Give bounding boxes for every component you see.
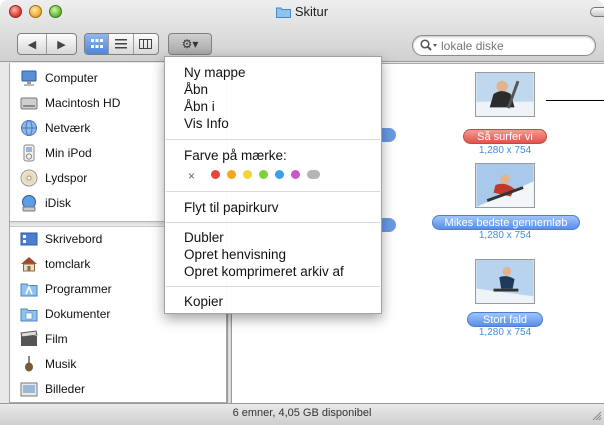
sidebar-item-label: Film xyxy=(45,332,68,346)
cd-icon xyxy=(20,169,38,187)
sidebar-item-music[interactable]: Musik xyxy=(10,353,226,375)
color-label-swatch[interactable] xyxy=(307,170,320,179)
color-label-heading: Farve på mærke: xyxy=(184,148,287,163)
home-icon xyxy=(20,255,38,273)
sidebar-item-label: Netværk xyxy=(45,121,91,135)
menu-item-open[interactable]: Åbn xyxy=(184,81,208,98)
file-dimensions: 1,280 x 754 xyxy=(478,145,532,156)
finder-window: Skitur ◀ ▶ ⚙▾ lokale diske Computer Maci… xyxy=(0,0,604,425)
title-bar: Skitur ◀ ▶ ⚙▾ lokale diske xyxy=(0,0,604,62)
photo-thumbnail xyxy=(475,163,535,208)
status-bar: 6 emner, 4,05 GB disponibel xyxy=(0,403,604,425)
file-item[interactable]: Så surfer vi 1,280 x 754 xyxy=(427,69,577,159)
icon-view-button[interactable] xyxy=(85,34,110,54)
sidebar-item-label: Billeder xyxy=(45,382,86,396)
sidebar-item-label: iDisk xyxy=(45,196,71,210)
action-gear-icon: ⚙▾ xyxy=(181,37,199,51)
hidden-item-label xyxy=(382,218,396,232)
list-view-button[interactable] xyxy=(109,34,134,54)
file-dimensions: 1,280 x 754 xyxy=(478,327,532,338)
menu-item-copy[interactable]: Kopier xyxy=(184,293,223,310)
idisk-icon xyxy=(20,194,38,212)
column-view-icon xyxy=(139,39,153,49)
sidebar-item-label: Dokumenter xyxy=(45,307,111,321)
menu-item-open-with[interactable]: Åbn i xyxy=(184,98,215,115)
search-icon xyxy=(420,39,437,51)
photo-thumbnail xyxy=(475,72,535,117)
window-title-area: Skitur xyxy=(0,4,604,19)
menu-separator xyxy=(166,286,380,287)
color-label-swatch[interactable] xyxy=(275,170,284,179)
folder-icon xyxy=(275,7,291,18)
view-mode-control xyxy=(84,33,159,55)
menu-item-get-info[interactable]: Vis Info xyxy=(184,115,229,132)
desktop-icon xyxy=(20,230,38,248)
hidden-item-label xyxy=(382,128,396,142)
menu-item-new-folder[interactable]: Ny mappe xyxy=(184,64,246,81)
documents-folder-icon xyxy=(20,305,38,323)
file-dimensions: 1,280 x 754 xyxy=(478,230,532,241)
clear-label-button[interactable]: × xyxy=(188,169,195,183)
forward-button[interactable]: ▶ xyxy=(47,34,76,54)
callout-line xyxy=(546,100,604,101)
menu-separator xyxy=(166,139,380,140)
icon-view-icon xyxy=(90,39,103,48)
menu-separator xyxy=(166,191,380,192)
menu-item-create-archive[interactable]: Opret komprimeret arkiv af xyxy=(184,263,344,280)
file-name-label[interactable]: Stort fald xyxy=(467,312,543,327)
color-label-swatch[interactable] xyxy=(259,170,268,179)
back-button[interactable]: ◀ xyxy=(18,34,48,54)
color-label-swatch[interactable] xyxy=(243,170,252,179)
music-icon xyxy=(20,355,38,373)
color-label-swatch[interactable] xyxy=(211,170,220,179)
sidebar-item-movies[interactable]: Film xyxy=(10,328,226,350)
menu-item-duplicate[interactable]: Dubler xyxy=(184,229,224,246)
color-label-swatch[interactable] xyxy=(227,170,236,179)
sidebar-item-label: Programmer xyxy=(45,282,112,296)
file-name-label[interactable]: Så surfer vi xyxy=(463,129,547,144)
file-name-label[interactable]: Mikes bedste gennemløb xyxy=(432,215,580,230)
file-item[interactable]: Mikes bedste gennemløb 1,280 x 754 xyxy=(427,160,580,250)
list-view-icon xyxy=(115,39,128,49)
movies-icon xyxy=(20,330,38,348)
color-label-swatch[interactable] xyxy=(291,170,300,179)
search-field[interactable] xyxy=(412,35,596,56)
hard-drive-icon xyxy=(20,94,38,112)
photo-thumbnail xyxy=(475,259,535,304)
status-text: 6 emner, 4,05 GB disponibel xyxy=(232,407,372,419)
search-input[interactable] xyxy=(441,38,591,53)
resize-grip-icon[interactable] xyxy=(590,409,602,421)
computer-icon xyxy=(20,69,38,87)
action-context-menu: Ny mappe Åbn Åbn i Vis Info Farve på mær… xyxy=(164,56,382,314)
sidebar-item-pictures[interactable]: Billeder xyxy=(10,378,226,400)
menu-item-make-alias[interactable]: Opret henvisning xyxy=(184,246,286,263)
menu-separator xyxy=(166,222,380,223)
sidebar-item-label: Macintosh HD xyxy=(45,96,121,110)
sidebar-item-label: Min iPod xyxy=(45,146,92,160)
column-view-button[interactable] xyxy=(134,34,158,54)
network-globe-icon xyxy=(20,119,38,137)
applications-icon xyxy=(20,280,38,298)
window-title: Skitur xyxy=(294,4,329,19)
menu-item-move-to-trash[interactable]: Flyt til papirkurv xyxy=(184,199,279,216)
file-item[interactable]: Stort fald 1,280 x 754 xyxy=(427,256,577,346)
sidebar-item-label: Computer xyxy=(45,71,98,85)
sidebar-item-label: tomclark xyxy=(45,257,91,271)
pictures-icon xyxy=(20,380,38,398)
sidebar-item-label: Musik xyxy=(45,357,77,371)
sidebar-item-label: Lydspor xyxy=(45,171,88,185)
ipod-icon xyxy=(20,144,38,162)
toolbar-toggle-button[interactable] xyxy=(590,7,604,17)
sidebar-item-label: Skrivebord xyxy=(45,232,103,246)
action-menu-button[interactable]: ⚙▾ xyxy=(168,33,212,55)
back-forward-control: ◀ ▶ xyxy=(17,33,77,55)
